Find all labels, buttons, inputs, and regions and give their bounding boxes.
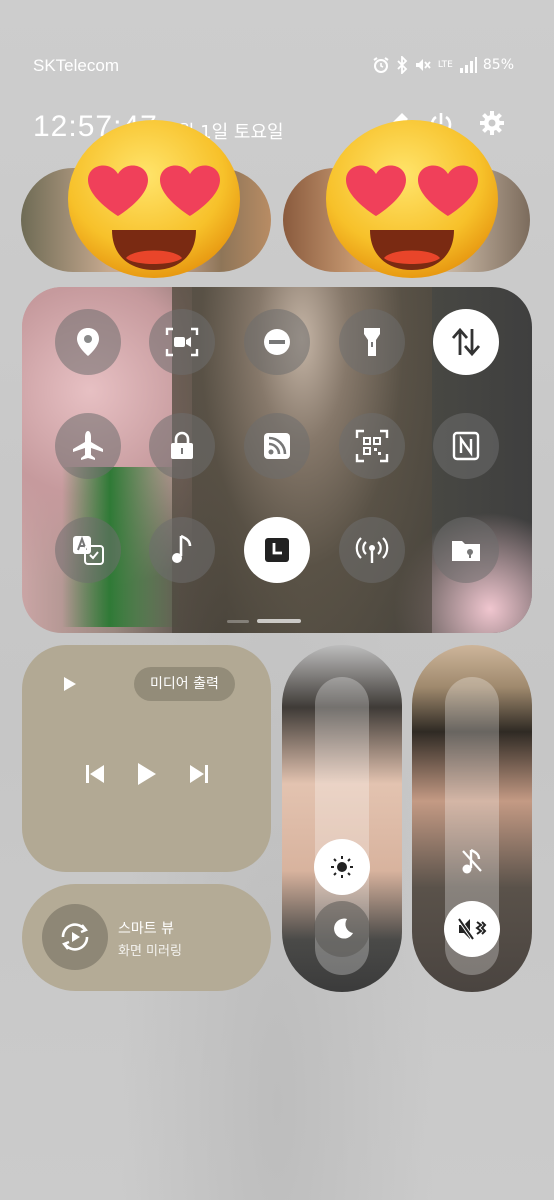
battery-label: 85%: [482, 57, 514, 73]
page-indicator-dot: [227, 620, 249, 623]
dark-mode-button[interactable]: [314, 901, 370, 957]
folder-icon: [452, 541, 480, 561]
do-not-disturb-icon: [264, 329, 290, 355]
signal-icon: [459, 57, 477, 73]
secure-folder-lock-icon: [171, 431, 193, 459]
bluetooth-icon: [396, 56, 408, 74]
tile-screen-recorder[interactable]: [149, 309, 215, 375]
screen-recorder-icon: [165, 327, 199, 357]
tile-clock[interactable]: [244, 517, 310, 583]
smart-view-subtitle: 화면 미러링: [118, 944, 182, 959]
vibrate-mute-icon: [457, 917, 487, 941]
previous-track-icon[interactable]: [84, 763, 106, 789]
next-track-icon[interactable]: [188, 763, 210, 789]
page-indicator-active: [257, 619, 301, 623]
status-icons: LTE 85%: [372, 56, 514, 74]
rss-feed-icon: [264, 433, 290, 459]
sound-mode-button[interactable]: [444, 901, 500, 957]
alarm-icon: [372, 56, 390, 74]
tile-do-not-disturb[interactable]: [244, 309, 310, 375]
tile-qr-scanner[interactable]: [339, 413, 405, 479]
mute-icon: [414, 56, 432, 74]
hotspot-icon: [355, 537, 389, 563]
airplane-icon: [73, 431, 103, 460]
location-pin-icon: [77, 328, 99, 356]
quick-settings-panel: [22, 287, 532, 633]
flashlight-icon: [364, 328, 380, 356]
tile-sound[interactable]: [149, 517, 215, 583]
tile-hotspot[interactable]: [339, 517, 405, 583]
tile-location[interactable]: [55, 309, 121, 375]
media-app-play-icon[interactable]: [62, 675, 78, 697]
tile-airplane-mode[interactable]: [55, 413, 121, 479]
music-note-icon: [172, 534, 192, 563]
nfc-icon: [452, 431, 480, 461]
media-volume-icon-holder: [444, 833, 500, 889]
heart-eyes-emoji-icon: [68, 120, 240, 278]
data-transfer-arrows-icon: [451, 327, 481, 357]
tile-mobile-data[interactable]: [433, 309, 499, 375]
sun-icon: [331, 856, 353, 878]
tile-folder[interactable]: [433, 517, 499, 583]
brightness-slider[interactable]: [282, 645, 402, 992]
media-output-button[interactable]: 미디어 출력: [134, 667, 235, 701]
status-bar: SKTelecom LTE 85%: [33, 56, 514, 78]
tile-secure-folder[interactable]: [149, 413, 215, 479]
tile-nfc[interactable]: [433, 413, 499, 479]
tile-auto-translate[interactable]: [55, 517, 121, 583]
media-card: 미디어 출력: [22, 645, 271, 872]
qr-scanner-icon: [355, 429, 389, 463]
tile-flashlight[interactable]: [339, 309, 405, 375]
brightness-knob[interactable]: [314, 839, 370, 895]
moon-icon: [334, 918, 353, 939]
smart-view-title: 스마트 뷰: [118, 921, 174, 937]
volume-slider[interactable]: [412, 645, 532, 992]
lte-label: LTE: [437, 59, 453, 70]
heart-eyes-emoji-icon: [326, 120, 498, 278]
smart-view-button[interactable]: 스마트 뷰 화면 미러링: [22, 884, 271, 991]
carrier-label: SKTelecom: [33, 56, 119, 75]
tile-rss[interactable]: [244, 413, 310, 479]
music-note-muted-icon: [462, 848, 482, 874]
translate-icon: [73, 536, 104, 565]
play-button-icon[interactable]: [136, 761, 158, 791]
clock-icon: [265, 538, 289, 562]
smart-view-icon: [42, 904, 108, 970]
